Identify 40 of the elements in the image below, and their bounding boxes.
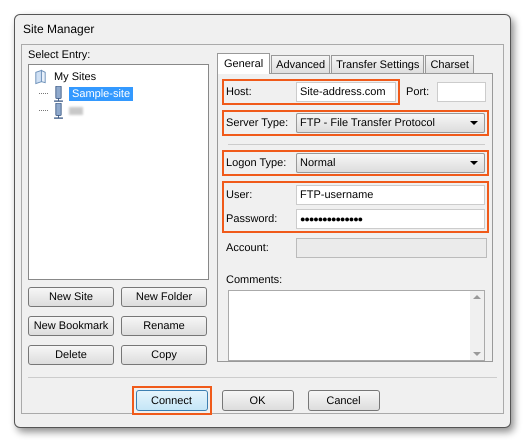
caret-icon xyxy=(470,121,478,125)
scroll-up-icon[interactable] xyxy=(473,294,481,299)
entry-button[interactable]: New Bookmark xyxy=(28,316,114,336)
logon-type-label: Logon Type: xyxy=(226,156,288,169)
comments-label: Comments: xyxy=(226,274,284,286)
select-entry-label: Select Entry: xyxy=(28,49,92,61)
dialog-button[interactable]: OK xyxy=(222,390,294,411)
password-label: Password: xyxy=(226,212,278,225)
server-type-label: Server Type: xyxy=(226,117,290,129)
comments-field[interactable] xyxy=(228,290,485,361)
caret-icon xyxy=(470,160,478,165)
password-field[interactable]: ●●●●●●●●●●●●●● xyxy=(296,208,485,229)
entry-button[interactable]: New Site xyxy=(28,287,114,307)
dialog-button[interactable]: Connect xyxy=(136,390,208,411)
user-field[interactable]: FTP-username xyxy=(296,184,485,205)
tab[interactable]: Charset xyxy=(425,55,474,73)
tree-item[interactable]: My Sites xyxy=(51,70,100,84)
entry-button[interactable]: Copy xyxy=(121,345,207,365)
host-label: Host: xyxy=(226,86,253,98)
logon-type-dropdown[interactable]: Normal xyxy=(296,152,485,173)
tab[interactable]: Advanced xyxy=(271,55,330,73)
entry-button[interactable]: New Folder xyxy=(121,287,207,307)
entry-button[interactable]: Rename xyxy=(121,316,207,336)
entry-button[interactable]: Delete xyxy=(28,345,114,365)
server-icon xyxy=(51,86,66,102)
tab[interactable]: General xyxy=(217,53,270,74)
tab[interactable]: Transfer Settings xyxy=(331,55,424,73)
port-field[interactable] xyxy=(437,82,486,102)
host-field[interactable]: Site-address.com xyxy=(296,82,396,102)
user-label: User: xyxy=(226,188,254,201)
obscured-label[interactable] xyxy=(69,106,83,114)
scroll-down-icon[interactable] xyxy=(473,352,481,356)
dialog-button[interactable]: Cancel xyxy=(308,390,380,411)
scrollbar[interactable] xyxy=(470,290,484,360)
account-label: Account: xyxy=(226,242,270,254)
server-icon xyxy=(51,102,66,118)
port-label: Port: xyxy=(406,86,430,98)
window-title: Site Manager xyxy=(22,21,96,38)
server-type-dropdown[interactable]: FTP - File Transfer Protocol xyxy=(296,113,485,133)
folder-icon xyxy=(33,68,48,84)
